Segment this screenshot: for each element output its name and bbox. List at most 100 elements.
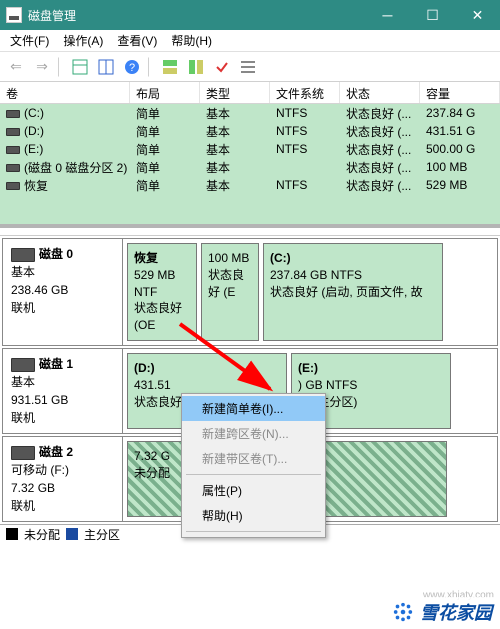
minimize-button[interactable]: ─ <box>365 0 410 30</box>
cell-type: 基本 <box>200 105 270 122</box>
cell-fs: NTFS <box>270 106 340 120</box>
partition-status: 状态良好 (启动, 页面文件, 故 <box>270 284 436 301</box>
disk-info[interactable]: 磁盘 1 基本 931.51 GB 联机 <box>3 349 123 433</box>
cell-type: 基本 <box>200 123 270 140</box>
cell-status: 状态良好 (... <box>340 159 420 176</box>
legend-primary: 主分区 <box>84 526 120 543</box>
window-title: 磁盘管理 <box>28 7 365 24</box>
volume-icon <box>6 164 20 172</box>
context-menu-item: 新建带区卷(T)... <box>182 446 325 471</box>
legend-unallocated: 未分配 <box>24 526 60 543</box>
cell-layout: 简单 <box>130 141 200 158</box>
cell-status: 状态良好 (... <box>340 141 420 158</box>
list-row[interactable]: (磁盘 0 磁盘分区 2) 简单 基本 状态良好 (... 100 MB <box>0 158 500 176</box>
volume-name: (D:) <box>24 124 44 138</box>
splitter[interactable] <box>0 224 500 236</box>
partition-size: ) GB NTFS <box>298 377 444 394</box>
menubar: 文件(F) 操作(A) 查看(V) 帮助(H) <box>0 30 500 52</box>
cell-type: 基本 <box>200 177 270 194</box>
context-menu-item: 新建跨区卷(N)... <box>182 421 325 446</box>
partition-size: 529 MB NTF <box>134 267 190 301</box>
watermark-text: 雪花家园 <box>420 599 492 625</box>
cell-capacity: 500.00 G <box>420 142 500 156</box>
col-volume[interactable]: 卷 <box>0 82 130 103</box>
list-header: 卷 布局 类型 文件系统 状态 容量 <box>0 82 500 104</box>
check-icon[interactable] <box>210 55 234 79</box>
cell-capacity: 237.84 G <box>420 106 500 120</box>
disk-state: 联机 <box>11 299 114 317</box>
context-menu-item[interactable]: 帮助(H) <box>182 503 325 528</box>
cell-capacity: 529 MB <box>420 178 500 192</box>
partition-title: 恢复 <box>134 250 190 267</box>
menu-view[interactable]: 查看(V) <box>111 30 163 51</box>
cell-status: 状态良好 (... <box>340 177 420 194</box>
context-menu-item[interactable]: 新建简单卷(I)... <box>182 396 325 421</box>
disk-icon <box>11 358 35 372</box>
volume-name: (C:) <box>24 106 44 120</box>
cell-layout: 简单 <box>130 105 200 122</box>
help-icon[interactable]: ? <box>120 55 144 79</box>
cell-fs: NTFS <box>270 124 340 138</box>
cell-layout: 简单 <box>130 159 200 176</box>
view1-icon[interactable] <box>68 55 92 79</box>
disk-size: 7.32 GB <box>11 479 114 497</box>
partition-size: 100 MB <box>208 250 252 267</box>
menu-help[interactable]: 帮助(H) <box>165 30 218 51</box>
disk-type: 基本 <box>11 373 114 391</box>
list-row[interactable]: (E:) 简单 基本 NTFS 状态良好 (... 500.00 G <box>0 140 500 158</box>
maximize-button[interactable]: ☐ <box>410 0 455 30</box>
close-button[interactable]: ✕ <box>455 0 500 30</box>
list-icon[interactable] <box>236 55 260 79</box>
volume-list: 卷 布局 类型 文件系统 状态 容量 (C:) 简单 基本 NTFS 状态良好 … <box>0 82 500 224</box>
watermark-logo-icon <box>392 601 414 623</box>
volume-name: 恢复 <box>24 179 48 193</box>
col-capacity[interactable]: 容量 <box>420 82 500 103</box>
partition-size: 237.84 GB NTFS <box>270 267 436 284</box>
disk-icon <box>11 446 35 460</box>
col-status[interactable]: 状态 <box>340 82 420 103</box>
cell-fs: NTFS <box>270 142 340 156</box>
window-controls: ─ ☐ ✕ <box>365 0 500 30</box>
list-row[interactable]: (C:) 简单 基本 NTFS 状态良好 (... 237.84 G <box>0 104 500 122</box>
back-icon[interactable]: ⇐ <box>4 55 28 79</box>
titlebar: 磁盘管理 ─ ☐ ✕ <box>0 0 500 30</box>
disk-type: 可移动 (F:) <box>11 461 114 479</box>
volume-name: (E:) <box>24 142 43 156</box>
annotation-arrow <box>170 314 290 404</box>
legend-swatch-primary <box>66 528 78 540</box>
view2-icon[interactable] <box>94 55 118 79</box>
col-layout[interactable]: 布局 <box>130 82 200 103</box>
toolbar: ⇐ ⇒ ? <box>0 52 500 82</box>
separator <box>148 57 154 77</box>
disk-info[interactable]: 磁盘 2 可移动 (F:) 7.32 GB 联机 <box>3 437 123 521</box>
layout2-icon[interactable] <box>184 55 208 79</box>
menu-action[interactable]: 操作(A) <box>57 30 109 51</box>
cell-status: 状态良好 (... <box>340 105 420 122</box>
partition[interactable]: (C:) 237.84 GB NTFS 状态良好 (启动, 页面文件, 故 <box>263 243 443 341</box>
partition-title: (E:) <box>298 360 444 377</box>
legend-swatch-unallocated <box>6 528 18 540</box>
col-fs[interactable]: 文件系统 <box>270 82 340 103</box>
cell-capacity: 431.51 G <box>420 124 500 138</box>
menu-file[interactable]: 文件(F) <box>4 30 55 51</box>
volume-icon <box>6 128 20 136</box>
forward-icon[interactable]: ⇒ <box>30 55 54 79</box>
app-icon <box>6 7 22 23</box>
disk-state: 联机 <box>11 497 114 515</box>
cell-layout: 简单 <box>130 123 200 140</box>
layout1-icon[interactable] <box>158 55 182 79</box>
partition-status: 状态良好 (E <box>208 267 252 301</box>
col-type[interactable]: 类型 <box>200 82 270 103</box>
context-menu-separator <box>186 531 321 532</box>
list-row[interactable]: (D:) 简单 基本 NTFS 状态良好 (... 431.51 G <box>0 122 500 140</box>
disk-name: 磁盘 1 <box>39 357 73 371</box>
disk-size: 238.46 GB <box>11 281 114 299</box>
disk-name: 磁盘 0 <box>39 247 73 261</box>
disk-info[interactable]: 磁盘 0 基本 238.46 GB 联机 <box>3 239 123 345</box>
context-menu: 新建简单卷(I)...新建跨区卷(N)...新建带区卷(T)... 属性(P)帮助… <box>181 393 326 538</box>
context-menu-item[interactable]: 属性(P) <box>182 478 325 503</box>
list-row[interactable]: 恢复 简单 基本 NTFS 状态良好 (... 529 MB <box>0 176 500 194</box>
volume-icon <box>6 182 20 190</box>
volume-icon <box>6 110 20 118</box>
cell-capacity: 100 MB <box>420 160 500 174</box>
